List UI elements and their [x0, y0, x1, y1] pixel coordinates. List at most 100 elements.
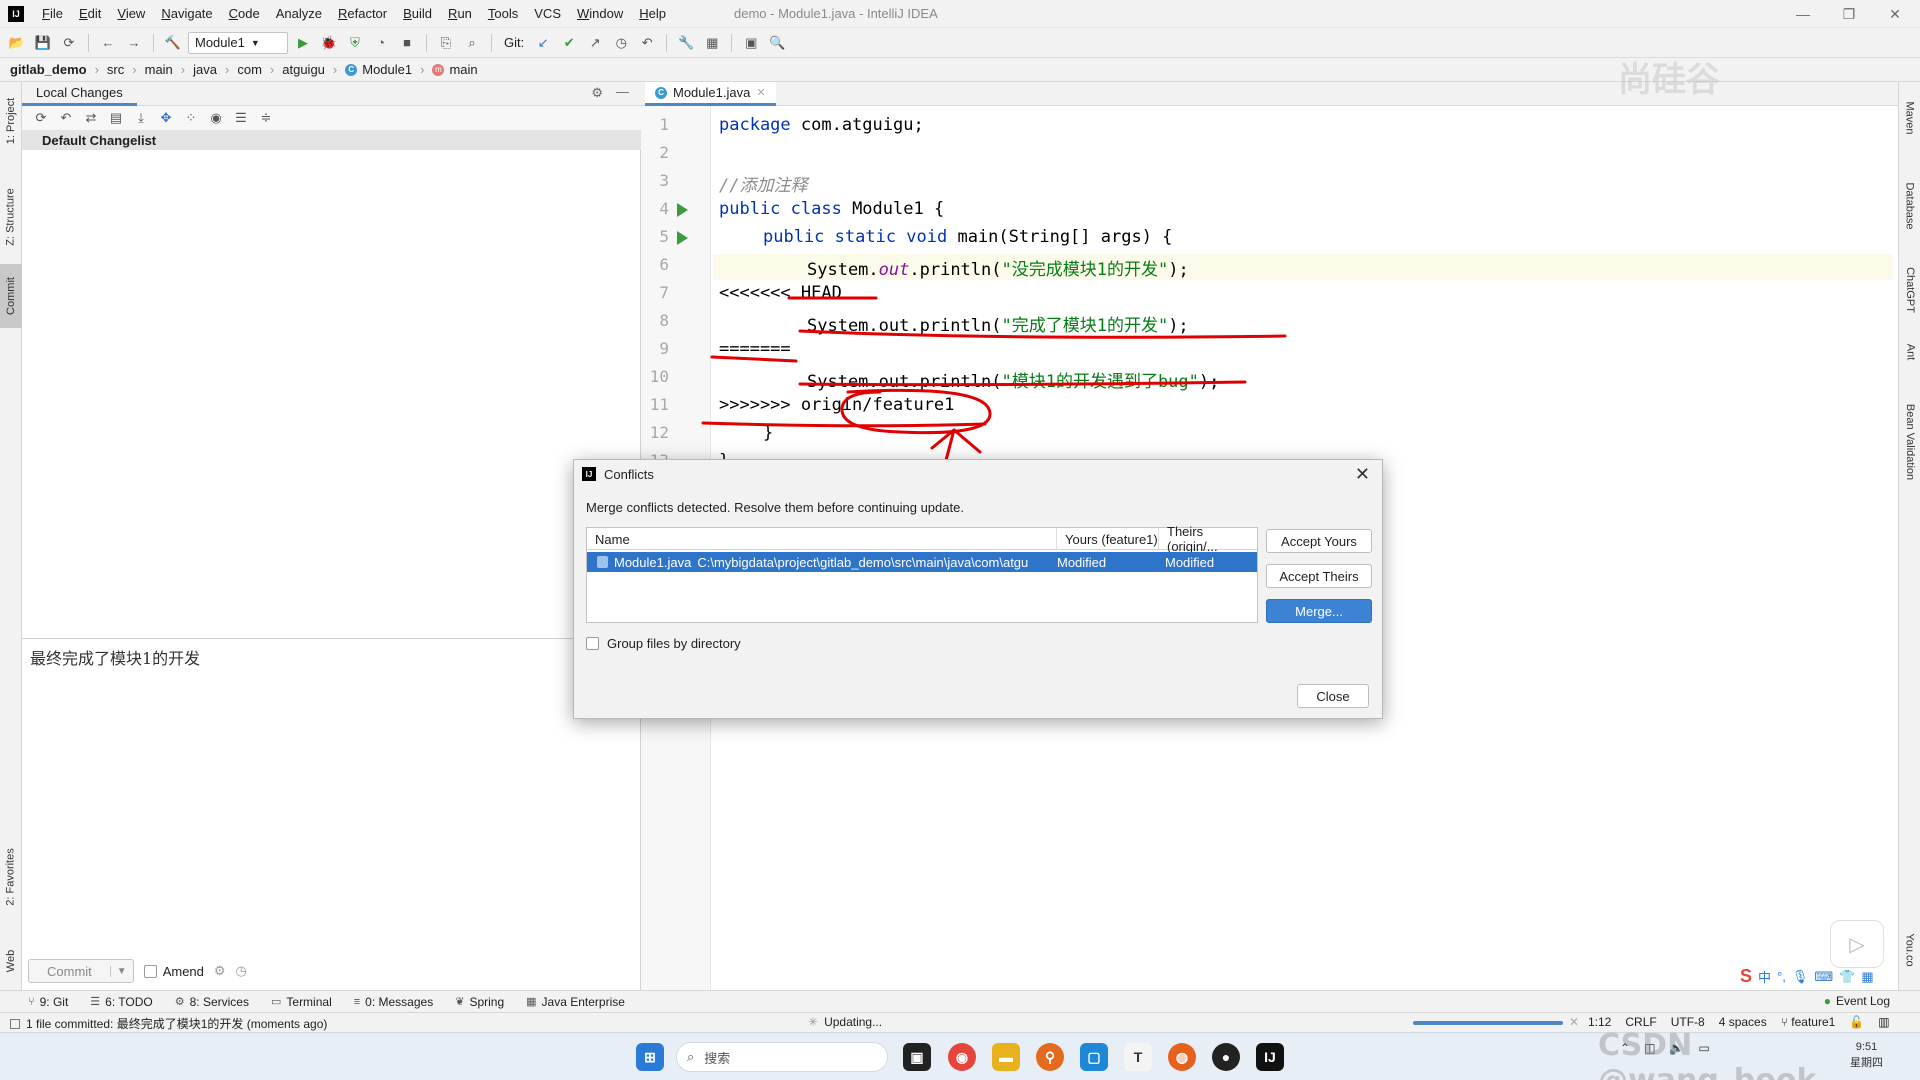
taskbar-search[interactable]: ⌕ 搜索	[676, 1042, 888, 1072]
hide-panel-icon[interactable]: —	[616, 84, 629, 99]
back-icon[interactable]: ←	[97, 32, 119, 54]
breadcrumb-com[interactable]: com	[217, 62, 262, 77]
indent-setting[interactable]: 4 spaces	[1719, 1015, 1767, 1029]
amend-option[interactable]: Amend	[143, 964, 204, 979]
tab-commit[interactable]: Commit	[0, 264, 22, 328]
tab-structure[interactable]: Z: Structure	[0, 176, 22, 258]
tab-web[interactable]: Web	[0, 938, 22, 984]
close-tab-icon[interactable]: ✕	[756, 86, 765, 99]
task-view-icon[interactable]: ▣	[903, 1043, 931, 1071]
media-app-icon[interactable]: ●	[1212, 1043, 1240, 1071]
event-log[interactable]: ● Event Log	[1824, 994, 1890, 1008]
build-hammer-icon[interactable]: 🔨	[162, 32, 184, 54]
chevron-down-icon[interactable]: ▼	[109, 965, 133, 977]
refresh-icon[interactable]: ⟳	[30, 107, 52, 129]
menu-analyze[interactable]: Analyze	[268, 0, 330, 28]
tool-spring[interactable]: ❦ Spring	[455, 995, 504, 1009]
gear-icon[interactable]: ⚙	[214, 963, 226, 979]
memory-icon[interactable]: ▥	[1878, 1015, 1889, 1029]
tab-favorites[interactable]: 2: Favorites	[0, 832, 22, 922]
tab-ant[interactable]: Ant	[1899, 332, 1920, 372]
menu-window[interactable]: Window	[569, 0, 631, 28]
clock-icon[interactable]: ◷	[236, 963, 247, 979]
close-icon[interactable]: ✕	[1355, 464, 1370, 485]
shelve-icon[interactable]: ⤓	[130, 107, 152, 129]
column-yours[interactable]: Yours (feature1)	[1057, 528, 1159, 550]
status-message[interactable]: 1 file committed: 最终完成了模块1的开发 (moments a…	[10, 1015, 327, 1032]
line-separator[interactable]: CRLF	[1625, 1015, 1656, 1029]
expand-all-icon[interactable]: ☰	[230, 107, 252, 129]
git-update-icon[interactable]: ↙	[532, 32, 554, 54]
breadcrumb-java[interactable]: java	[173, 62, 217, 77]
find-usages-icon[interactable]: ⌕	[461, 32, 483, 54]
amend-checkbox[interactable]	[143, 964, 157, 978]
firefox-icon[interactable]: ◍	[1168, 1043, 1196, 1071]
coverage-icon[interactable]: ⛨	[344, 32, 366, 54]
table-row[interactable]: Module1.java C:\mybigdata\project\gitlab…	[587, 552, 1257, 572]
windows-start-icon[interactable]: ⊞	[636, 1043, 664, 1071]
typora-icon[interactable]: T	[1124, 1043, 1152, 1071]
play-overlay-icon[interactable]: ▷	[1830, 920, 1884, 968]
group-files-option[interactable]: Group files by directory	[586, 636, 741, 651]
menu-file[interactable]: File	[34, 0, 71, 28]
git-history-icon[interactable]: ◷	[610, 32, 632, 54]
search-app-icon[interactable]: ⚲	[1036, 1043, 1064, 1071]
tool-java-enterprise[interactable]: ▦ Java Enterprise	[526, 995, 625, 1009]
debug-icon[interactable]: 🐞	[318, 32, 340, 54]
lock-icon[interactable]: 🔓	[1849, 1015, 1864, 1029]
menu-vcs[interactable]: VCS	[526, 0, 569, 28]
menu-tools[interactable]: Tools	[480, 0, 526, 28]
menu-view[interactable]: View	[109, 0, 153, 28]
open-folder-icon[interactable]: 📂	[6, 32, 28, 54]
run-class-icon[interactable]	[677, 203, 688, 217]
tab-local-changes[interactable]: Local Changes	[22, 82, 137, 106]
rollback-icon[interactable]: ↶	[55, 107, 77, 129]
attach-icon[interactable]: ⎘	[435, 32, 457, 54]
run-icon[interactable]: ▶	[292, 32, 314, 54]
sync-icon[interactable]: ⟳	[58, 32, 80, 54]
breadcrumb-class[interactable]: C Module1	[325, 62, 412, 77]
apps-grid-icon[interactable]: ▦	[1861, 969, 1873, 985]
breadcrumb-atguigu[interactable]: atguigu	[262, 62, 325, 77]
tab-bean-validation[interactable]: Bean Validation	[1899, 382, 1920, 502]
close-button[interactable]: Close	[1297, 684, 1369, 708]
tab-maven[interactable]: Maven	[1899, 88, 1920, 148]
git-rollback-icon[interactable]: ↶	[636, 32, 658, 54]
file-explorer-icon[interactable]: ▬	[992, 1043, 1020, 1071]
microphone-icon[interactable]: 🎙	[1792, 969, 1809, 985]
group-by-icon[interactable]: ⁘	[180, 107, 202, 129]
caret-position[interactable]: 1:12	[1588, 1015, 1611, 1029]
accept-yours-button[interactable]: Accept Yours	[1266, 529, 1372, 553]
presentation-icon[interactable]: ▣	[740, 32, 762, 54]
menu-build[interactable]: Build	[395, 0, 440, 28]
skin-icon[interactable]: 👕	[1839, 969, 1855, 985]
git-push-icon[interactable]: ↗	[584, 32, 606, 54]
accept-theirs-button[interactable]: Accept Theirs	[1266, 564, 1372, 588]
show-diff-icon[interactable]: ▤	[105, 107, 127, 129]
tool-terminal[interactable]: ▭ Terminal	[271, 995, 332, 1009]
column-name[interactable]: Name	[587, 528, 1057, 550]
menu-code[interactable]: Code	[221, 0, 268, 28]
breadcrumb-src[interactable]: src	[87, 62, 124, 77]
sogou-logo-icon[interactable]: S	[1740, 966, 1752, 987]
breadcrumb-method[interactable]: mmain	[412, 62, 478, 77]
forward-icon[interactable]: →	[123, 32, 145, 54]
tab-project[interactable]: 1: Project	[0, 84, 22, 158]
gear-icon[interactable]: ⚙	[591, 85, 603, 101]
intellij-taskbar-icon[interactable]: IJ	[1256, 1043, 1284, 1071]
eye-icon[interactable]: ◉	[205, 107, 227, 129]
menu-refactor[interactable]: Refactor	[330, 0, 395, 28]
remote-desktop-icon[interactable]: ▢	[1080, 1043, 1108, 1071]
group-files-checkbox[interactable]	[586, 637, 599, 650]
tab-module1-java[interactable]: C Module1.java ✕	[645, 82, 776, 106]
default-changelist[interactable]: Default Changelist	[22, 130, 641, 150]
settings-wrench-icon[interactable]: 🔧	[675, 32, 697, 54]
run-main-icon[interactable]	[677, 231, 688, 245]
menu-run[interactable]: Run	[440, 0, 480, 28]
close-window-icon[interactable]: ✕	[1872, 0, 1918, 28]
maximize-icon[interactable]: ❐	[1826, 0, 1872, 28]
column-theirs[interactable]: Theirs (origin/...	[1159, 524, 1257, 554]
menu-navigate[interactable]: Navigate	[153, 0, 220, 28]
git-branch[interactable]: ⑂ feature1	[1781, 1015, 1836, 1029]
ime-mode-icon[interactable]: 中	[1758, 967, 1771, 986]
